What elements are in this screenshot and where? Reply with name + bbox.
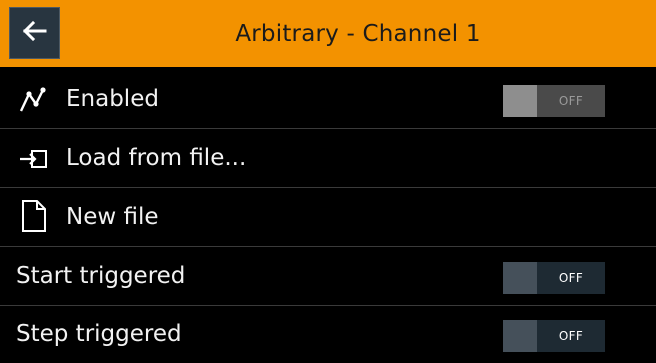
page-title: Arbitrary - Channel 1 — [235, 20, 481, 47]
step-triggered-toggle[interactable]: OFF — [503, 320, 605, 352]
new-file-label: New file — [66, 204, 159, 230]
step-triggered-row[interactable]: Step triggered OFF — [0, 305, 656, 363]
toggle-knob — [503, 85, 537, 117]
title-bar: Arbitrary - Channel 1 — [0, 0, 656, 67]
start-triggered-row[interactable]: Start triggered OFF — [0, 247, 656, 306]
load-from-file-label: Load from file... — [66, 145, 247, 171]
toggle-state: OFF — [558, 271, 584, 285]
arrow-left-icon — [22, 20, 47, 45]
start-triggered-label: Start triggered — [16, 263, 186, 289]
new-file-icon — [18, 200, 52, 233]
enabled-label: Enabled — [66, 86, 159, 112]
arbitrary-channel-screen: Arbitrary - Channel 1 Enabled OFF Load f… — [0, 0, 656, 363]
toggle-state: OFF — [558, 94, 584, 108]
toggle-knob — [503, 262, 537, 294]
waveform-icon — [18, 85, 52, 115]
start-triggered-toggle[interactable]: OFF — [503, 262, 605, 294]
toggle-state: OFF — [558, 329, 584, 343]
enabled-row[interactable]: Enabled OFF — [0, 70, 656, 129]
back-button[interactable] — [9, 7, 60, 59]
toggle-knob — [503, 320, 537, 352]
step-triggered-label: Step triggered — [16, 321, 182, 347]
new-file-row[interactable]: New file — [0, 188, 656, 247]
enabled-toggle[interactable]: OFF — [503, 85, 605, 117]
load-from-file-row[interactable]: Load from file... — [0, 129, 656, 188]
load-file-icon — [18, 144, 52, 174]
